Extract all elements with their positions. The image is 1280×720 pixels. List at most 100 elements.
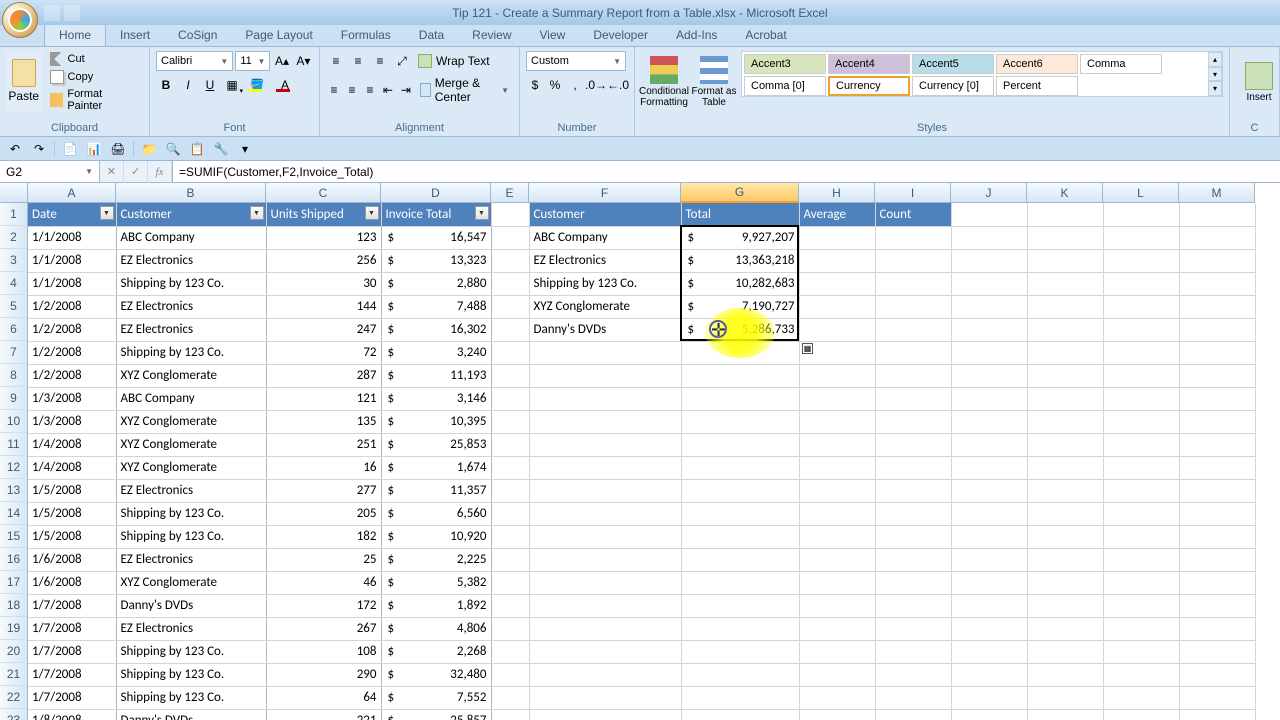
cell-J3[interactable] bbox=[951, 249, 1027, 272]
cell-M2[interactable] bbox=[1179, 226, 1255, 249]
cell-D14[interactable]: 6,560 bbox=[381, 502, 491, 525]
cell-G13[interactable] bbox=[681, 479, 799, 502]
cell-G22[interactable] bbox=[681, 686, 799, 709]
row-header-5[interactable]: 5 bbox=[0, 295, 28, 318]
row-header-19[interactable]: 19 bbox=[0, 617, 28, 640]
increase-indent-button[interactable]: ⇥ bbox=[398, 80, 414, 100]
cell-L19[interactable] bbox=[1103, 617, 1179, 640]
redo-button[interactable]: ↷ bbox=[28, 139, 50, 159]
cell-C21[interactable]: 290 bbox=[266, 663, 381, 686]
cell-B10[interactable]: XYZ Conglomerate bbox=[116, 410, 266, 433]
row-header-21[interactable]: 21 bbox=[0, 663, 28, 686]
cell-J16[interactable] bbox=[951, 548, 1027, 571]
cell-K21[interactable] bbox=[1027, 663, 1103, 686]
decrease-decimal-button[interactable]: ←.0 bbox=[608, 75, 628, 95]
insert-cells-button[interactable]: Insert bbox=[1236, 51, 1280, 113]
cell-B20[interactable]: Shipping by 123 Co. bbox=[116, 640, 266, 663]
cell-E11[interactable] bbox=[491, 433, 529, 456]
cell-H9[interactable] bbox=[799, 387, 875, 410]
cell-J6[interactable] bbox=[951, 318, 1027, 341]
cell-L4[interactable] bbox=[1103, 272, 1179, 295]
cell-A22[interactable]: 1/7/2008 bbox=[28, 686, 116, 709]
cell-A19[interactable]: 1/7/2008 bbox=[28, 617, 116, 640]
cell-J9[interactable] bbox=[951, 387, 1027, 410]
cell-A6[interactable]: 1/2/2008 bbox=[28, 318, 116, 341]
cell-F11[interactable] bbox=[529, 433, 681, 456]
number-format-select[interactable]: Custom▼ bbox=[526, 51, 626, 71]
cell-M3[interactable] bbox=[1179, 249, 1255, 272]
undo-button[interactable]: ↶ bbox=[4, 139, 26, 159]
cell-D6[interactable]: 16,302 bbox=[381, 318, 491, 341]
cell-B15[interactable]: Shipping by 123 Co. bbox=[116, 525, 266, 548]
cell-L12[interactable] bbox=[1103, 456, 1179, 479]
cell-F23[interactable] bbox=[529, 709, 681, 720]
cell-C4[interactable]: 30 bbox=[266, 272, 381, 295]
cell-J2[interactable] bbox=[951, 226, 1027, 249]
style-swatch-currency[interactable]: Currency bbox=[828, 76, 910, 96]
cell-H14[interactable] bbox=[799, 502, 875, 525]
cell-B8[interactable]: XYZ Conglomerate bbox=[116, 364, 266, 387]
cell-E18[interactable] bbox=[491, 594, 529, 617]
cell-F13[interactable] bbox=[529, 479, 681, 502]
cell-D11[interactable]: 25,853 bbox=[381, 433, 491, 456]
cell-H19[interactable] bbox=[799, 617, 875, 640]
cell-M8[interactable] bbox=[1179, 364, 1255, 387]
cell-I5[interactable] bbox=[875, 295, 951, 318]
cell-M15[interactable] bbox=[1179, 525, 1255, 548]
cell-G18[interactable] bbox=[681, 594, 799, 617]
cell-J14[interactable] bbox=[951, 502, 1027, 525]
row-header-17[interactable]: 17 bbox=[0, 571, 28, 594]
ribbon-tab-view[interactable]: View bbox=[526, 24, 580, 46]
format-as-table-button[interactable]: Format as Table bbox=[691, 51, 737, 113]
cell-H18[interactable] bbox=[799, 594, 875, 617]
cell-H13[interactable] bbox=[799, 479, 875, 502]
row-header-6[interactable]: 6 bbox=[0, 318, 28, 341]
cell-D20[interactable]: 2,268 bbox=[381, 640, 491, 663]
ribbon-tab-data[interactable]: Data bbox=[405, 24, 458, 46]
filter-button[interactable]: ▼ bbox=[100, 206, 114, 220]
row-header-20[interactable]: 20 bbox=[0, 640, 28, 663]
cell-M1[interactable] bbox=[1179, 203, 1255, 226]
cell-I6[interactable] bbox=[875, 318, 951, 341]
cell-M6[interactable] bbox=[1179, 318, 1255, 341]
cell-A18[interactable]: 1/7/2008 bbox=[28, 594, 116, 617]
cell-B7[interactable]: Shipping by 123 Co. bbox=[116, 341, 266, 364]
cell-J10[interactable] bbox=[951, 410, 1027, 433]
cell-D15[interactable]: 10,920 bbox=[381, 525, 491, 548]
cell-grid[interactable]: Date▼Customer▼Units Shipped▼Invoice Tota… bbox=[28, 203, 1280, 720]
orientation-button[interactable]: ⤢ bbox=[392, 51, 412, 71]
cell-H17[interactable] bbox=[799, 571, 875, 594]
cell-E2[interactable] bbox=[491, 226, 529, 249]
cell-F12[interactable] bbox=[529, 456, 681, 479]
cell-L6[interactable] bbox=[1103, 318, 1179, 341]
ribbon-tab-insert[interactable]: Insert bbox=[106, 24, 164, 46]
cell-B6[interactable]: EZ Electronics bbox=[116, 318, 266, 341]
cell-J5[interactable] bbox=[951, 295, 1027, 318]
ribbon-tab-add-ins[interactable]: Add-Ins bbox=[662, 24, 731, 46]
cell-C11[interactable]: 251 bbox=[266, 433, 381, 456]
cell-K14[interactable] bbox=[1027, 502, 1103, 525]
cell-G16[interactable] bbox=[681, 548, 799, 571]
cell-A8[interactable]: 1/2/2008 bbox=[28, 364, 116, 387]
cell-D12[interactable]: 1,674 bbox=[381, 456, 491, 479]
cell-D22[interactable]: 7,552 bbox=[381, 686, 491, 709]
cell-F7[interactable] bbox=[529, 341, 681, 364]
cell-K3[interactable] bbox=[1027, 249, 1103, 272]
fill-color-button[interactable]: 🪣 bbox=[244, 75, 270, 95]
cell-I23[interactable] bbox=[875, 709, 951, 720]
cell-F6[interactable]: Danny's DVDs bbox=[529, 318, 681, 341]
cell-B22[interactable]: Shipping by 123 Co. bbox=[116, 686, 266, 709]
cell-C1[interactable]: Units Shipped▼ bbox=[266, 203, 381, 226]
column-header-M[interactable]: M bbox=[1179, 183, 1255, 203]
style-swatch-accent6[interactable]: Accent6 bbox=[996, 54, 1078, 74]
cell-H1[interactable]: Average bbox=[799, 203, 875, 226]
bold-button[interactable]: B bbox=[156, 75, 176, 95]
italic-button[interactable]: I bbox=[178, 75, 198, 95]
worksheet-area[interactable]: ABCDEFGHIJKLM 12345678910111213141516171… bbox=[0, 183, 1280, 720]
column-header-H[interactable]: H bbox=[799, 183, 875, 203]
cell-B12[interactable]: XYZ Conglomerate bbox=[116, 456, 266, 479]
cell-K7[interactable] bbox=[1027, 341, 1103, 364]
cell-C12[interactable]: 16 bbox=[266, 456, 381, 479]
column-header-I[interactable]: I bbox=[875, 183, 951, 203]
row-header-15[interactable]: 15 bbox=[0, 525, 28, 548]
